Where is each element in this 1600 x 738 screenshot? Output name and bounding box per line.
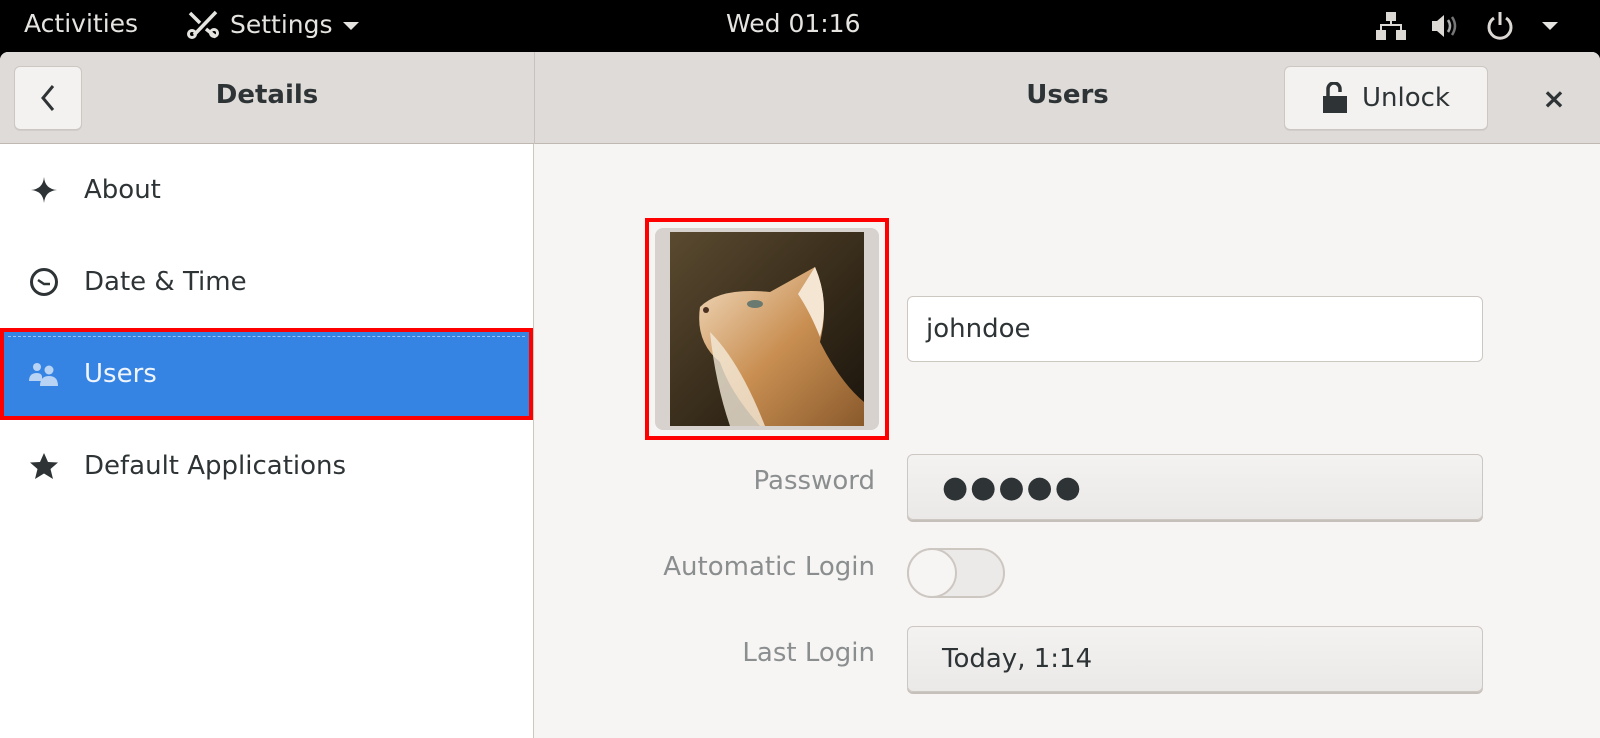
sidebar-item-label: About: [84, 175, 161, 205]
app-menu-label: Settings: [230, 9, 333, 39]
system-menu-chevron-icon[interactable]: [1542, 22, 1558, 30]
close-button[interactable]: ×: [1530, 74, 1578, 122]
password-label: Password: [753, 466, 875, 496]
chevron-down-icon: [342, 21, 359, 30]
sidebar-title: Details: [215, 80, 319, 110]
clock[interactable]: Wed 01:16: [726, 9, 861, 38]
power-icon[interactable]: [1486, 11, 1514, 41]
sidebar-item-users[interactable]: Users: [0, 328, 533, 420]
sidebar-item-label: Date & Time: [84, 267, 247, 297]
clock-icon: [26, 267, 62, 297]
top-bar: Activities Settings Wed 01:16: [0, 0, 1600, 52]
username-input[interactable]: johndoe: [907, 296, 1483, 362]
user-details-panel: johndoe Password ●●●●● Automatic Login L…: [535, 144, 1600, 738]
users-icon: [26, 361, 62, 387]
sidebar: About Date & Time Users Default Applicat…: [0, 144, 534, 738]
avatar: [670, 232, 864, 426]
star-icon: [26, 452, 62, 480]
avatar-highlight: [645, 218, 889, 440]
sidebar-item-label: Users: [84, 359, 157, 389]
app-menu-button[interactable]: Settings: [186, 9, 359, 39]
sparkle-icon: [26, 176, 62, 204]
sidebar-item-label: Default Applications: [84, 451, 347, 481]
toggle-knob: [907, 548, 957, 598]
sidebar-item-date-time[interactable]: Date & Time: [0, 236, 533, 328]
volume-icon[interactable]: [1430, 12, 1462, 40]
avatar-button[interactable]: [655, 228, 879, 430]
settings-window: Details Users Unlock × About Date & Time: [0, 52, 1600, 738]
automatic-login-label: Automatic Login: [663, 552, 875, 582]
settings-tools-icon: [187, 10, 219, 39]
header-bar: Details Users Unlock ×: [0, 52, 1600, 144]
sidebar-item-about[interactable]: About: [0, 144, 533, 236]
password-button[interactable]: ●●●●●: [907, 454, 1483, 520]
last-login-label: Last Login: [742, 638, 875, 668]
network-wired-icon[interactable]: [1376, 12, 1406, 40]
sidebar-item-default-applications[interactable]: Default Applications: [0, 420, 533, 512]
lock-open-icon: [1323, 82, 1347, 113]
activities-button[interactable]: Activities: [24, 9, 138, 38]
unlock-label: Unlock: [1362, 83, 1450, 113]
automatic-login-toggle[interactable]: [907, 548, 1005, 598]
unlock-button[interactable]: Unlock: [1284, 66, 1488, 130]
system-tray[interactable]: [1376, 0, 1600, 52]
last-login-button[interactable]: Today, 1:14: [907, 626, 1483, 692]
